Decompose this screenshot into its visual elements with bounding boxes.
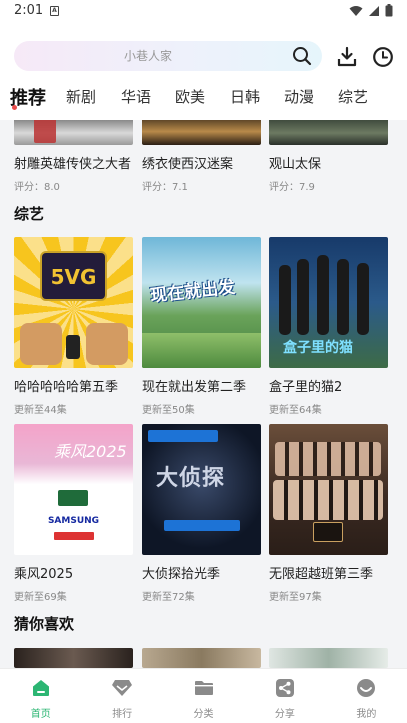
- poster-logo-text: 5VG: [50, 265, 97, 289]
- folder-icon: [194, 681, 213, 695]
- tabbar-home[interactable]: 首页: [0, 669, 81, 723]
- card-rating: 评分：7.1: [142, 182, 188, 193]
- card-title: 大侦探拾光季: [142, 567, 221, 582]
- poster-image: 乘风2025 SAMSUNG: [14, 424, 133, 555]
- diamond-icon: [112, 680, 133, 696]
- card-title: 绣衣使西汉迷案: [142, 157, 234, 172]
- search-bar[interactable]: 小巷人家: [14, 41, 322, 71]
- variety-card[interactable]: 大侦探 大侦探拾光季 更新至72集: [142, 424, 261, 603]
- notification-icon: A: [50, 6, 59, 16]
- poster-image: [142, 120, 261, 145]
- status-bar: 2:01 A: [0, 0, 407, 24]
- card-update: 更新至44集: [14, 405, 67, 416]
- battery-icon: [385, 4, 393, 17]
- variety-card[interactable]: 现在就出发 现在就出发第二季 更新至50集: [142, 237, 261, 416]
- tab-new-drama[interactable]: 新剧: [66, 84, 96, 107]
- card-update: 更新至72集: [142, 592, 195, 603]
- tab-variety[interactable]: 综艺: [338, 84, 368, 107]
- poster-image: [14, 120, 133, 145]
- drama-card[interactable]: 射雕英雄传侠之大者 评分：8.0: [14, 120, 133, 193]
- wifi-icon: [349, 5, 363, 16]
- section-title-guess: 猜你喜欢: [14, 615, 75, 633]
- tabbar-home-label: 首页: [30, 709, 51, 720]
- download-icon[interactable]: [336, 46, 358, 68]
- card-title: 盒子里的猫2: [269, 380, 343, 395]
- card-update: 更新至97集: [269, 592, 322, 603]
- status-icons: [349, 4, 393, 17]
- card-update: 更新至69集: [14, 592, 67, 603]
- variety-card[interactable]: 无限超越班第三季 更新至97集: [269, 424, 388, 603]
- card-update: 更新至64集: [269, 405, 322, 416]
- section-title-variety: 综艺: [14, 205, 45, 223]
- status-time: 2:01: [14, 3, 44, 18]
- poster-logo-text: 盒子里的猫: [283, 340, 353, 356]
- signal-icon: [369, 5, 379, 16]
- poster-image: [14, 648, 133, 668]
- card-title: 无限超越班第三季: [269, 567, 374, 582]
- poster-image: 现在就出发: [142, 237, 261, 368]
- card-title: 射雕英雄传侠之大者: [14, 157, 132, 172]
- tabbar-category[interactable]: 分类: [163, 669, 244, 723]
- drama-card[interactable]: 观山太保 评分：7.9: [269, 120, 388, 193]
- bottom-tab-bar: 首页 排行 分类 分享 我的: [0, 668, 407, 723]
- card-title: 哈哈哈哈哈第五季: [14, 380, 119, 395]
- card-title: 乘风2025: [14, 567, 74, 582]
- poster-image: [269, 120, 388, 145]
- tab-japan-korea[interactable]: 日韩: [230, 84, 260, 107]
- header: 小巷人家 推荐 新剧 华语 欧美 日韩 动漫 综艺: [0, 24, 407, 120]
- variety-card[interactable]: 盒子里的猫 盒子里的猫2 更新至64集: [269, 237, 388, 416]
- poster-image: [269, 648, 388, 668]
- drama-card[interactable]: 绣衣使西汉迷案 评分：7.1: [142, 120, 261, 193]
- poster-sponsor-text: SAMSUNG: [47, 516, 100, 526]
- tabbar-ranking-label: 排行: [112, 709, 133, 720]
- share-icon: [275, 679, 294, 697]
- card-rating: 评分：8.0: [14, 182, 60, 193]
- tab-western[interactable]: 欧美: [175, 84, 205, 107]
- card-title: 现在就出发第二季: [142, 380, 247, 395]
- tabbar-share[interactable]: 分享: [244, 669, 325, 723]
- poster-image: 盒子里的猫: [269, 237, 388, 368]
- search-icon[interactable]: [292, 46, 312, 66]
- poster-logo-text: 现在就出发: [149, 277, 237, 307]
- tabbar-share-label: 分享: [274, 709, 295, 720]
- active-tab-indicator: [12, 105, 17, 110]
- recommend-card[interactable]: [14, 648, 133, 668]
- content-scroll[interactable]: 射雕英雄传侠之大者 评分：8.0 绣衣使西汉迷案 评分：7.1 观山太保 评分：…: [0, 120, 407, 668]
- card-update: 更新至50集: [142, 405, 195, 416]
- category-tabs: 推荐 新剧 华语 欧美 日韩 动漫 综艺: [0, 84, 407, 114]
- poster-logo-text: 大侦探: [156, 466, 226, 491]
- variety-card[interactable]: 5VG 哈哈哈哈哈第五季 更新至44集: [14, 237, 133, 416]
- tabbar-profile[interactable]: 我的: [326, 669, 407, 723]
- poster-image: [142, 648, 261, 668]
- poster-image: 大侦探: [142, 424, 261, 555]
- recommend-card[interactable]: [142, 648, 261, 668]
- tabbar-ranking[interactable]: 排行: [81, 669, 162, 723]
- poster-logo-text: 乘风2025: [54, 442, 127, 461]
- poster-image: 5VG: [14, 237, 133, 368]
- home-icon: [32, 680, 49, 696]
- card-rating: 评分：7.9: [269, 182, 315, 193]
- variety-card[interactable]: 乘风2025 SAMSUNG 乘风2025 更新至69集: [14, 424, 133, 603]
- history-clock-icon[interactable]: [372, 46, 394, 68]
- card-title: 观山太保: [269, 157, 322, 172]
- tabbar-category-label: 分类: [193, 709, 214, 720]
- recommend-card[interactable]: [269, 648, 388, 668]
- tabbar-profile-label: 我的: [356, 709, 377, 720]
- tab-chinese[interactable]: 华语: [121, 84, 151, 107]
- profile-icon: [357, 679, 376, 697]
- poster-image: [269, 424, 388, 555]
- search-placeholder[interactable]: 小巷人家: [14, 47, 282, 64]
- tab-anime[interactable]: 动漫: [284, 84, 314, 107]
